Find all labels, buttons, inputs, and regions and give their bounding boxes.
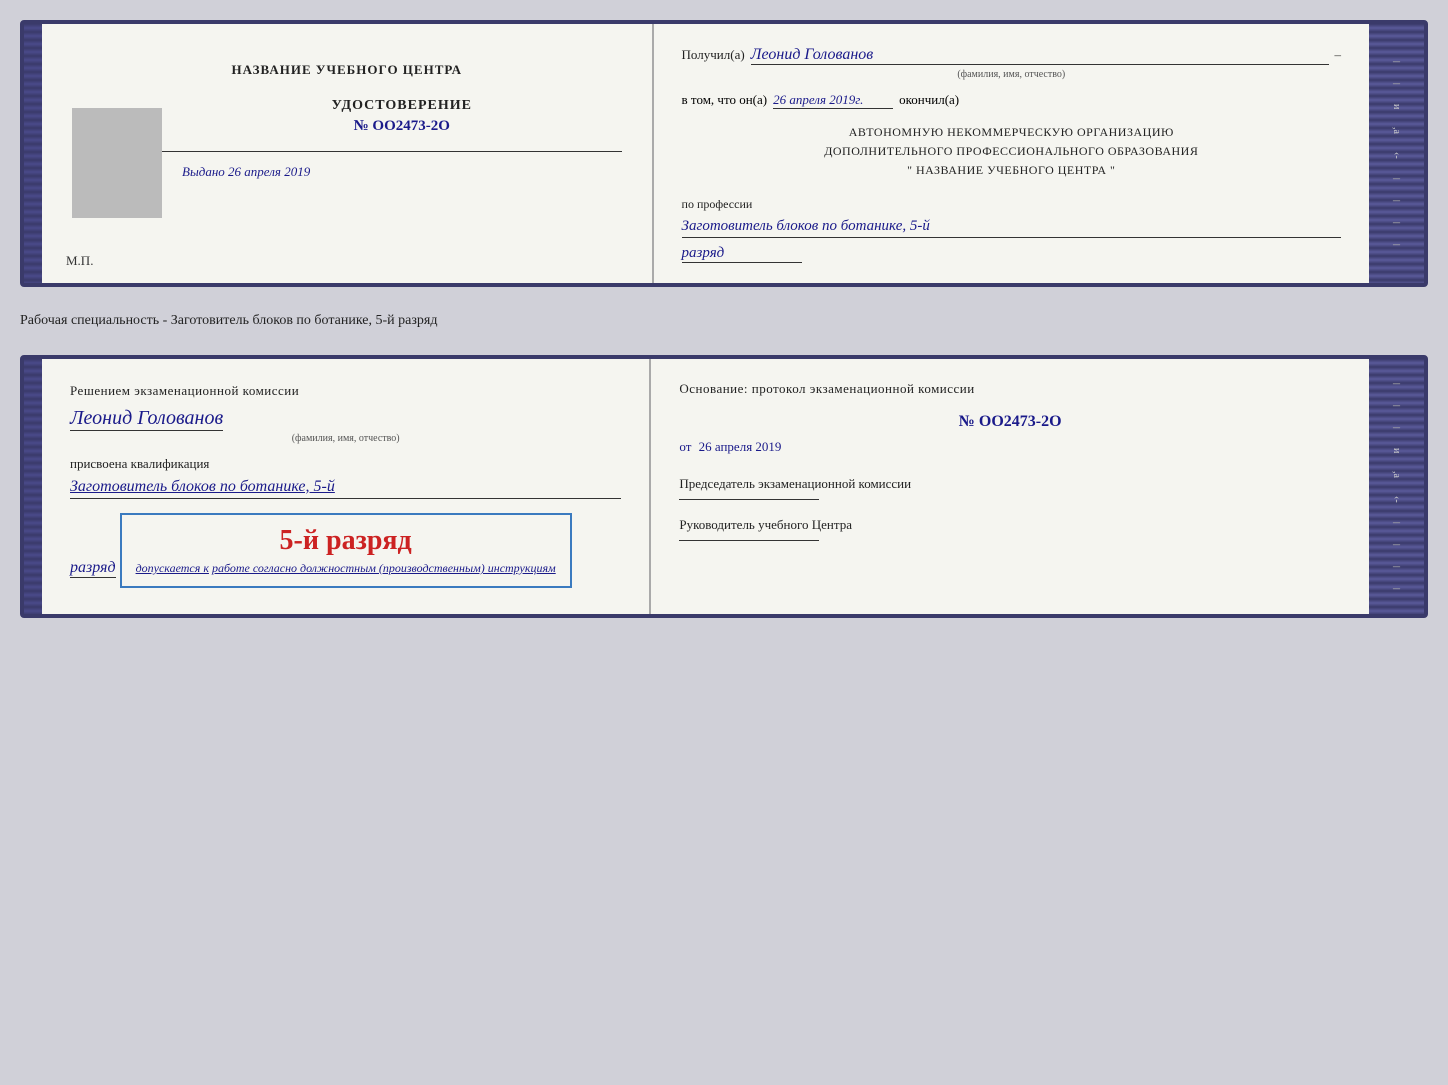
from-prefix: от [679,439,691,454]
bottom-doc-right-panel: Основание: протокол экзаменационной коми… [651,359,1369,614]
name-hint-top: (фамилия, имя, отчество) [682,69,1341,80]
bedge-text-a: ,а [1391,471,1402,478]
date-prefix: в том, что он(а) [682,92,768,108]
basis-label: Основание: протокол экзаменационной коми… [679,381,1341,397]
received-line: Получил(а) Леонид Голованов – [682,46,1341,65]
received-name: Леонид Голованов [751,46,1329,65]
page-wrapper: НАЗВАНИЕ УЧЕБНОГО ЦЕНТРА УДОСТОВЕРЕНИЕ №… [20,20,1428,618]
top-document-card: НАЗВАНИЕ УЧЕБНОГО ЦЕНТРА УДОСТОВЕРЕНИЕ №… [20,20,1428,287]
bedge-text-i: и [1391,448,1402,453]
received-prefix: Получил(а) [682,47,745,63]
edge-dash-6: – [1393,237,1400,253]
mp-label: М.П. [66,253,93,269]
edge-text-i: и [1391,104,1402,109]
protocol-number: № OO2473-2O [679,413,1341,431]
head-sig-line [679,540,819,541]
chairman-block: Председатель экзаменационной комиссии [679,475,1341,500]
top-doc-spine [24,24,42,283]
razryad-value: разряд [682,245,802,263]
razryad-line: разряд [682,244,1341,263]
chairman-sig-line [679,499,819,500]
org-line1: АВТОНОМНУЮ НЕКОММЕРЧЕСКУЮ ОРГАНИЗАЦИЮ [682,123,1341,142]
edge-text-a: ,а [1391,127,1402,134]
head-block: Руководитель учебного Центра [679,516,1341,541]
top-left-center-title: НАЗВАНИЕ УЧЕБНОГО ЦЕНТРА [72,62,622,78]
cert-area: УДОСТОВЕРЕНИЕ № OO2473-2O Выдано 26 апре… [72,98,622,218]
decision-title: Решением экзаменационной комиссии [70,383,621,399]
stamp-allowed-text: допускается к работе согласно должностны… [136,561,556,576]
bedge-dash-6: – [1393,559,1400,575]
photo-placeholder [72,108,162,218]
bottom-document-card: Решением экзаменационной комиссии Леонид… [20,355,1428,618]
issued-label: Выдано [182,164,225,179]
stamp-rank-text: 5-й разряд [136,525,556,557]
top-doc-right-panel: Получил(а) Леонид Голованов – (фамилия, … [654,24,1369,283]
org-block: АВТОНОМНУЮ НЕКОММЕРЧЕСКУЮ ОРГАНИЗАЦИЮ ДО… [682,123,1341,181]
bottom-doc-left-panel: Решением экзаменационной комиссии Леонид… [42,359,651,614]
name-hint-bottom: (фамилия, имя, отчество) [70,433,621,444]
razryad-bottom-value: разряд [70,559,116,578]
bedge-dash-3: – [1393,420,1400,436]
edge-dash-3: – [1393,171,1400,187]
edge-dash-2: – [1393,76,1400,92]
person-name-large: Леонид Голованов [70,407,223,431]
profession-value: Заготовитель блоков по ботанике, 5-й [682,216,1341,238]
bottom-doc-right-edge: – – – и ,а ‹- – – – – [1369,359,1424,614]
chairman-label: Председатель экзаменационной комиссии [679,475,1341,493]
qual-value: Заготовитель блоков по ботанике, 5-й [70,476,621,499]
edge-dash-5: – [1393,215,1400,231]
received-dash: – [1335,47,1342,63]
stamp-box: 5-й разряд допускается к работе согласно… [120,513,572,588]
from-date-line: от 26 апреля 2019 [679,439,1341,455]
bedge-dash-4: – [1393,515,1400,531]
bedge-dash-2: – [1393,398,1400,414]
top-doc-left-panel: НАЗВАНИЕ УЧЕБНОГО ЦЕНТРА УДОСТОВЕРЕНИЕ №… [42,24,654,283]
stamp-italic: работе согласно должностным (производств… [212,561,556,575]
bedge-dash-7: – [1393,581,1400,597]
edge-text-k: ‹- [1391,152,1402,159]
separator-text: Рабочая специальность - Заготовитель бло… [20,305,1428,337]
profession-label: по профессии [682,197,1341,212]
edge-dash-4: – [1393,193,1400,209]
org-line3: " НАЗВАНИЕ УЧЕБНОГО ЦЕНТРА " [682,161,1341,180]
bedge-dash-5: – [1393,537,1400,553]
head-label: Руководитель учебного Центра [679,516,1341,534]
org-line2: ДОПОЛНИТЕЛЬНОГО ПРОФЕССИОНАЛЬНОГО ОБРАЗО… [682,142,1341,161]
date-value: 26 апреля 2019г. [773,92,893,109]
date-suffix: окончил(а) [899,92,959,108]
bottom-doc-spine [24,359,42,614]
top-doc-right-edge: – – и ,а ‹- – – – – [1369,24,1424,283]
bedge-dash-1: – [1393,376,1400,392]
date-line: в том, что он(а) 26 апреля 2019г. окончи… [682,92,1341,109]
bedge-text-k: ‹- [1391,496,1402,503]
issued-date: 26 апреля 2019 [228,164,310,179]
from-date-value: 26 апреля 2019 [699,439,782,454]
edge-dash-1: – [1393,54,1400,70]
assigned-label: присвоена квалификация [70,456,621,472]
stamp-prefix: допускается к [136,561,209,575]
